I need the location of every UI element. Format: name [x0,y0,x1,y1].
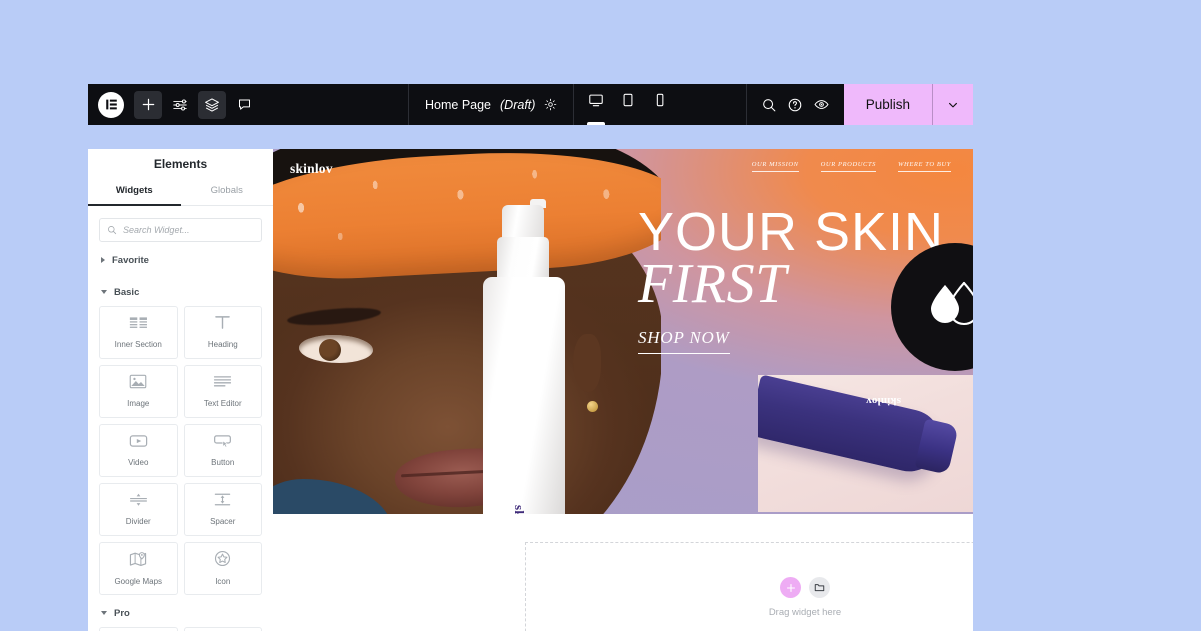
document-title-group[interactable]: Home Page (Draft) [409,84,573,125]
widget-portfolio[interactable] [183,626,262,631]
hero-portrait-image [273,149,661,514]
document-status: (Draft) [500,97,536,112]
page-preview-canvas: skinlov skinlov OUR MISSION OUR PRODUCTS… [273,149,973,631]
question-circle-icon[interactable] [787,97,803,113]
eye-icon[interactable] [813,96,830,113]
dropzone-label: Drag widget here [768,607,842,618]
panel-tabs: Widgets Globals [88,179,273,206]
google-maps-icon [129,551,147,572]
editor-workspace: Elements Widgets Globals Search Widget..… [88,149,973,631]
panel-body: Search Widget... Favorite Basic Inner Se… [88,206,273,631]
widget-label: Heading [207,340,238,350]
search-icon [107,225,117,235]
hero-product-bottle: skinlov [483,197,565,514]
publish-options-button[interactable] [933,84,973,125]
site-settings-button[interactable] [166,91,194,119]
editor-top-bar: Home Page (Draft) Publish [88,84,973,125]
widget-label: Text Editor [203,398,242,408]
basic-widget-grid: Inner Section Heading Image Text Editor … [99,305,262,595]
pro-widget-grid [99,626,262,631]
search-placeholder: Search Widget... [123,224,190,235]
widget-posts[interactable] [99,626,178,631]
spacer-icon [213,492,232,512]
widget-label: Divider [125,517,151,527]
elementor-editor: Home Page (Draft) Publish Elements Widge… [88,84,973,631]
widget-text-editor[interactable]: Text Editor [183,364,262,418]
inner-section-icon [129,316,148,335]
add-element-button[interactable] [134,90,162,119]
publish-button[interactable]: Publish [844,84,932,125]
bottle-brand-label: skinlov [511,505,527,514]
widget-icon[interactable]: Icon [183,541,262,595]
tab-globals[interactable]: Globals [181,179,274,206]
device-mobile-button[interactable] [644,84,676,125]
category-pro-header[interactable]: Pro [99,595,262,627]
nav-link-where-to-buy[interactable]: WHERE TO BUY [898,161,951,172]
widget-image[interactable]: Image [99,364,178,418]
nav-link-our-products[interactable]: OUR PRODUCTS [820,161,877,172]
category-label: Basic [114,286,140,298]
device-tablet-button[interactable] [612,84,644,125]
text-editor-icon [213,375,232,394]
hero-navigation: OUR MISSION OUR PRODUCTS WHERE TO BUY [751,161,951,172]
elementor-logo-icon[interactable] [98,91,124,118]
chevron-right-icon [101,257,105,264]
dropzone-buttons [780,577,830,598]
hero-product-tube-image: skinlov [758,375,973,512]
widget-label: Button [211,457,235,467]
gear-icon[interactable] [544,98,557,111]
widget-google-maps[interactable]: Google Maps [99,541,178,595]
top-bar-right-tools [747,84,844,125]
video-icon [129,434,148,453]
site-logo[interactable]: skinlov [290,161,333,177]
widget-label: Spacer [210,517,236,527]
heading-icon [214,315,231,335]
page-title: Home Page [425,97,492,112]
image-icon [129,374,147,394]
widget-label: Google Maps [114,576,163,586]
category-favorite-header[interactable]: Favorite [99,242,262,274]
chevron-down-icon [101,290,107,295]
star-icon [214,550,231,572]
hero-section[interactable]: skinlov skinlov OUR MISSION OUR PRODUCTS… [273,149,973,514]
category-label: Favorite [112,254,149,266]
device-desktop-button[interactable] [580,84,612,125]
search-widget-input[interactable]: Search Widget... [99,217,262,242]
widget-divider[interactable]: Divider [99,482,178,536]
category-label: Pro [114,607,130,619]
structure-layers-button[interactable] [198,90,226,119]
widget-inner-section[interactable]: Inner Section [99,305,178,359]
responsive-device-switcher [574,84,682,125]
tube-brand-label: skinlov [866,395,902,407]
comment-bubble-icon[interactable] [230,91,258,119]
elements-panel: Elements Widgets Globals Search Widget..… [88,149,273,631]
widget-video[interactable]: Video [99,423,178,477]
search-icon[interactable] [761,97,777,113]
category-basic-header[interactable]: Basic [99,274,262,306]
widget-label: Video [128,457,149,467]
nav-link-our-mission[interactable]: OUR MISSION [751,161,799,172]
top-bar-left-tools [88,84,408,125]
top-bar-spacer [682,84,745,125]
widget-label: Icon [215,577,231,587]
widget-label: Image [127,399,150,409]
hero-headline-line1: YOUR SKIN [638,202,945,262]
hero-cta-shop-now[interactable]: SHOP NOW [638,328,730,355]
divider-icon [129,492,148,512]
add-template-button[interactable] [809,577,830,598]
widget-spacer[interactable]: Spacer [183,482,262,536]
publish-group: Publish [843,84,973,125]
tab-widgets[interactable]: Widgets [88,179,181,206]
panel-title: Elements [153,156,208,171]
widget-label: Inner Section [114,339,162,349]
add-new-section-button[interactable] [780,577,801,598]
button-icon [213,434,232,453]
widget-button[interactable]: Button [183,423,262,477]
widget-heading[interactable]: Heading [183,305,262,359]
widget-dropzone[interactable]: Drag widget here [525,542,973,631]
chevron-down-icon [101,611,107,616]
